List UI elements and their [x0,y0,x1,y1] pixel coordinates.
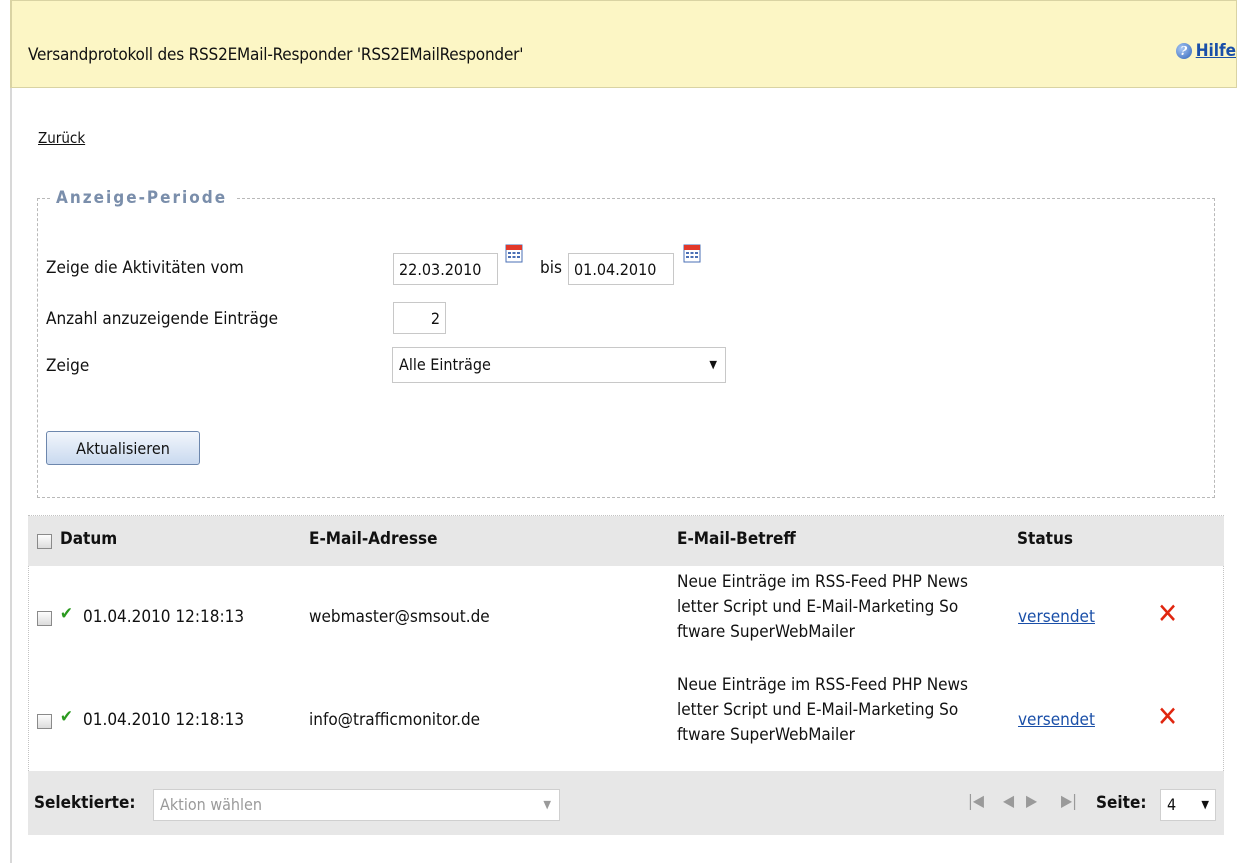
refresh-button[interactable]: Aktualisieren [46,431,200,465]
check-icon: ✔ [60,604,73,624]
table-header: Datum E-Mail-Adresse E-Mail-Betreff Stat… [28,516,1224,566]
check-icon: ✔ [60,707,73,727]
from-date-input[interactable] [393,253,498,285]
bulk-action-placeholder: Aktion wählen [160,795,263,814]
row-checkbox[interactable] [37,611,52,626]
column-header-subject[interactable]: E-Mail-Betreff [677,529,796,549]
row-subject: Neue Einträge im RSS-Feed PHP News lette… [677,675,969,745]
delete-icon[interactable]: ✕ [1157,597,1178,630]
first-page-icon[interactable]: |◀ [968,791,984,810]
row-status-link[interactable]: versendet [1018,710,1095,730]
help-area: ? Hilfe [1175,41,1236,61]
entry-count-label: Anzahl anzuzeigende Einträge [46,309,279,329]
table-footer: Selektierte: Aktion wählen ▼ |◀ ◀ ▶ ▶| S… [28,771,1224,835]
to-date-input[interactable] [568,253,674,285]
chevron-down-icon: ▼ [1201,798,1209,811]
page-label: Seite: [1096,793,1147,813]
next-page-icon[interactable]: ▶ [1026,791,1037,810]
help-link[interactable]: Hilfe [1196,41,1236,61]
show-filter-select[interactable]: Alle Einträge ▼ [392,347,726,383]
chevron-down-icon: ▼ [543,798,551,811]
delete-icon[interactable]: ✕ [1157,700,1178,733]
back-link[interactable]: Zurück [38,129,85,147]
page-select[interactable]: 4 ▼ [1160,789,1216,821]
calendar-icon[interactable] [683,243,701,263]
chevron-down-icon: ▼ [709,358,717,371]
page-value: 4 [1167,795,1177,814]
previous-page-icon[interactable]: ◀ [1003,791,1014,810]
entry-count-input[interactable] [393,302,446,334]
last-page-icon[interactable]: ▶| [1061,791,1077,810]
column-header-email[interactable]: E-Mail-Adresse [309,529,437,549]
row-date: 01.04.2010 12:18:13 [83,607,245,627]
row-date: 01.04.2010 12:18:13 [83,710,245,730]
row-email: webmaster@smsout.de [309,607,490,627]
show-filter-value: Alle Einträge [399,355,491,374]
row-subject: Neue Einträge im RSS-Feed PHP News lette… [677,572,969,642]
row-checkbox[interactable] [37,714,52,729]
row-email: info@trafficmonitor.de [309,710,481,730]
row-status-link[interactable]: versendet [1018,607,1095,627]
column-header-status[interactable]: Status [1017,529,1073,549]
page-header: Versandprotokoll des RSS2EMail-Responder… [10,0,1237,88]
bulk-action-select[interactable]: Aktion wählen ▼ [153,789,560,821]
help-icon[interactable]: ? [1175,43,1192,59]
selected-label: Selektierte: [34,793,136,813]
from-date-label: Zeige die Aktivitäten vom [46,258,244,278]
to-date-label: bis [540,258,562,278]
page-title: Versandprotokoll des RSS2EMail-Responder… [28,45,524,65]
select-all-checkbox[interactable] [37,534,52,549]
column-header-date[interactable]: Datum [60,529,117,549]
period-legend: Anzeige-Periode [50,188,236,208]
show-filter-label: Zeige [46,356,90,376]
calendar-icon[interactable] [505,243,523,263]
left-border [10,88,12,863]
